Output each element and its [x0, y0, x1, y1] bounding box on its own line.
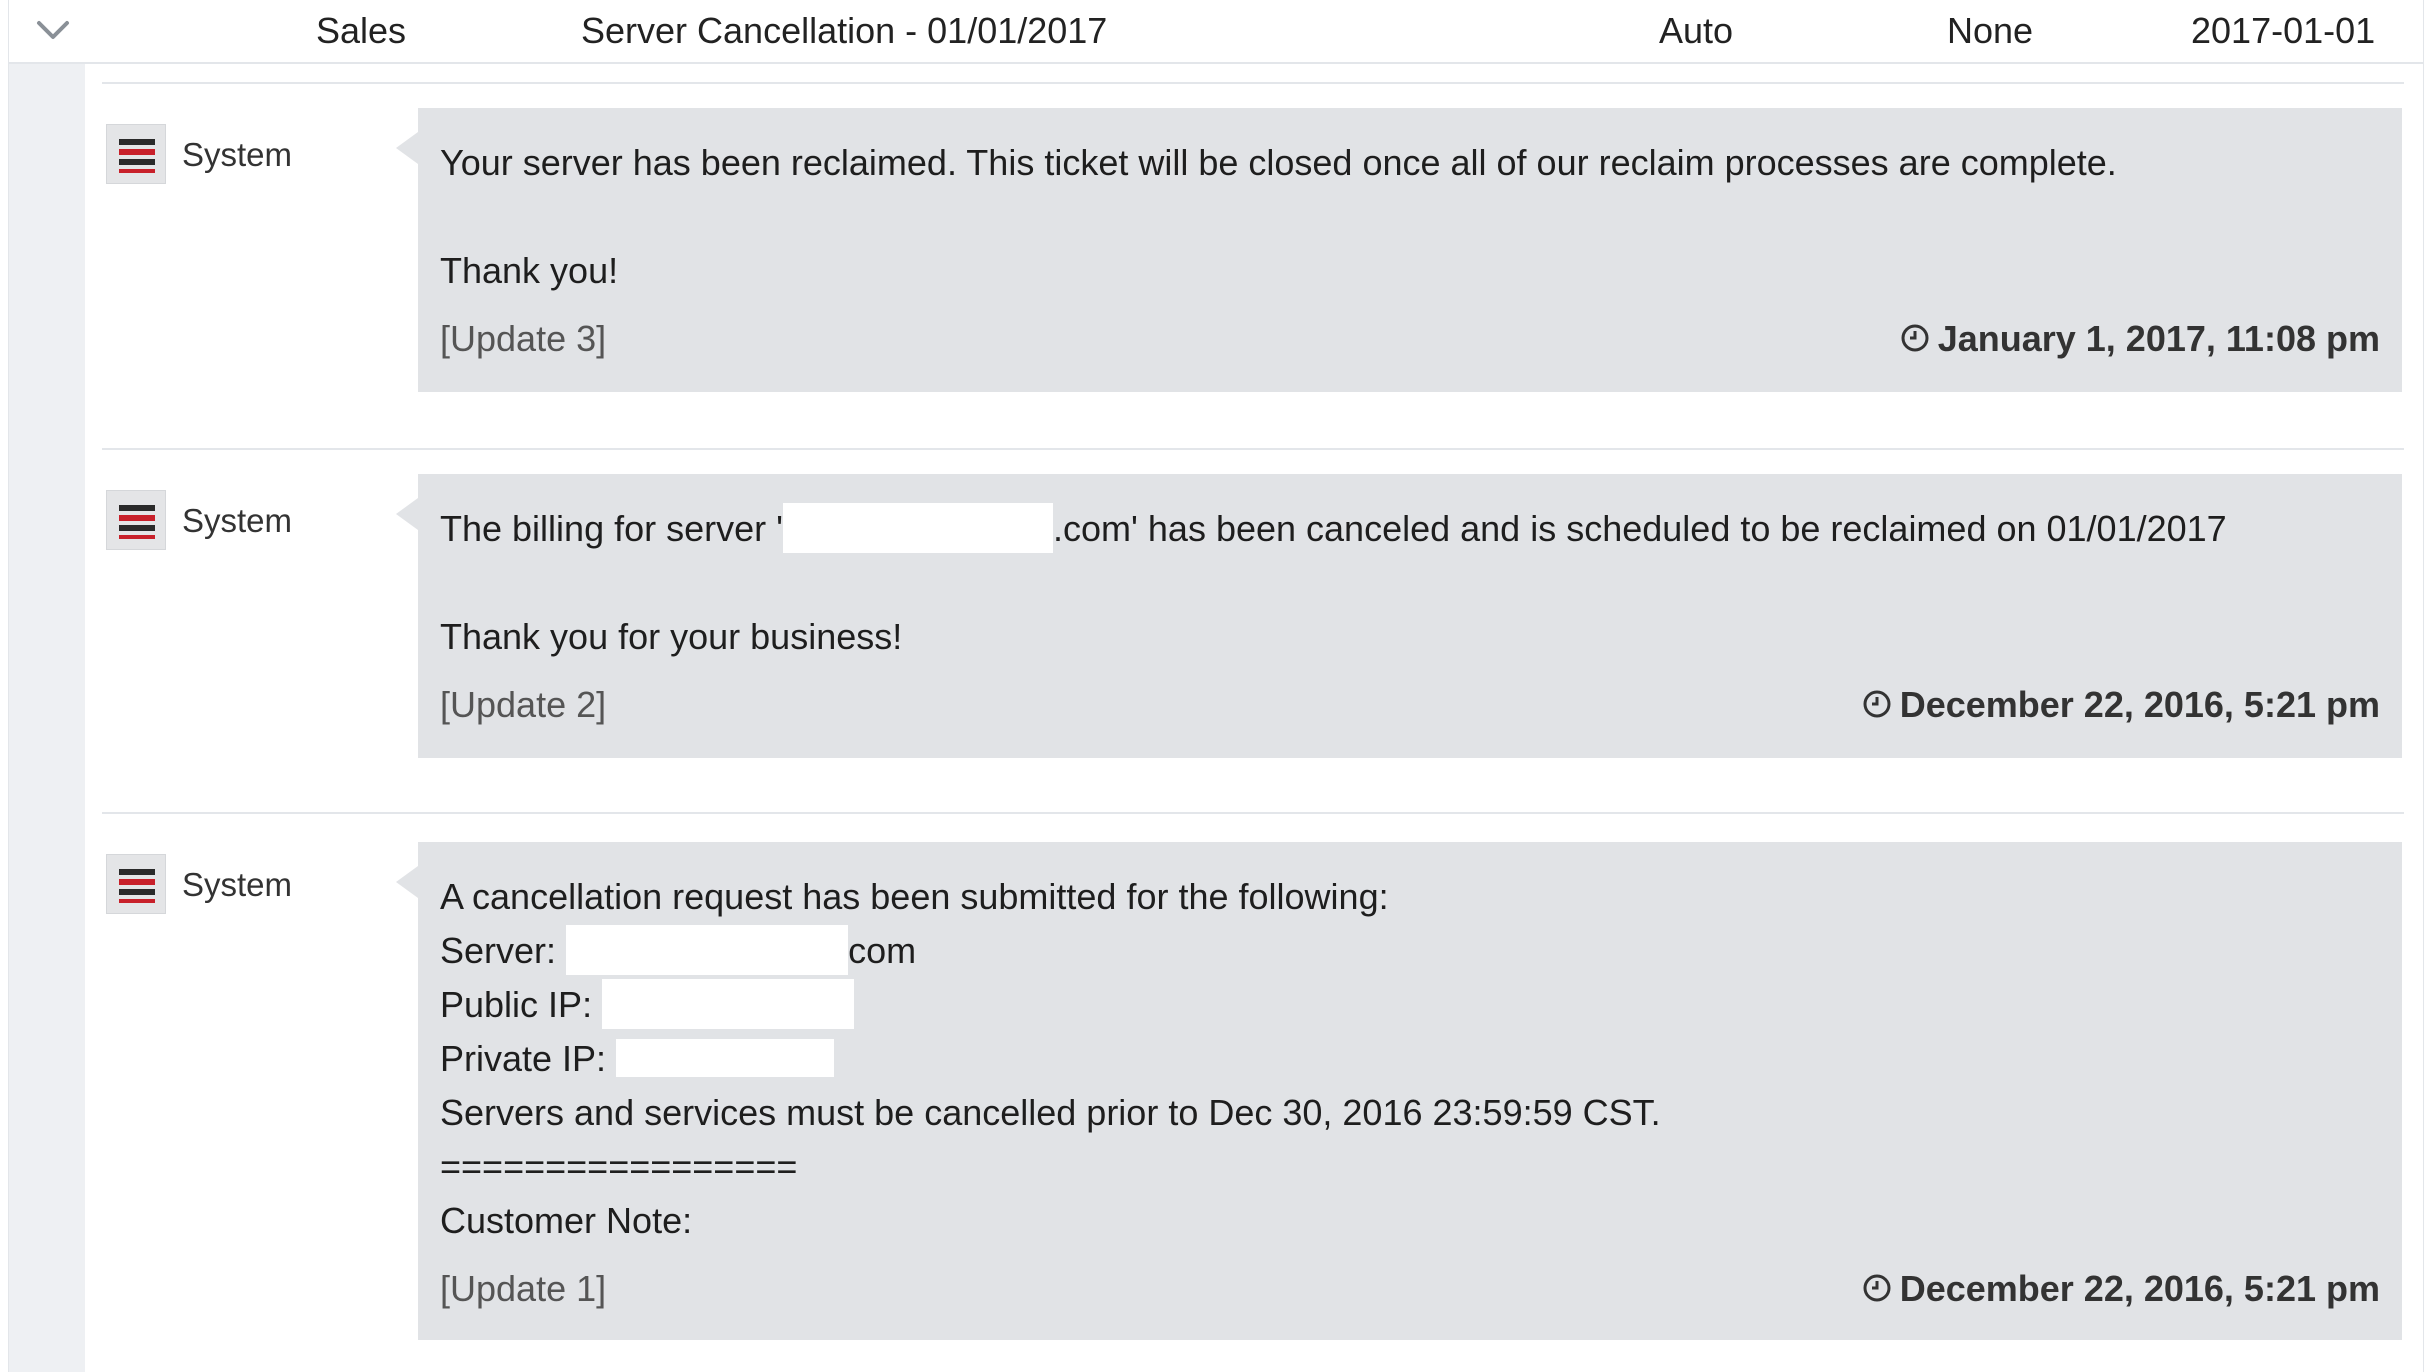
ticket-department: Sales — [316, 10, 407, 51]
message-line: The billing for server ' .com' has been c… — [440, 502, 2380, 556]
system-avatar-icon — [106, 854, 166, 914]
ticket-assignment: Auto — [1659, 10, 1734, 51]
update-label: [Update 2] — [440, 684, 607, 725]
author-name: System — [182, 136, 293, 173]
update-author: System — [106, 124, 406, 184]
update-message: The billing for server ' .com' has been c… — [396, 474, 2402, 758]
ticket-update: System Your server has been reclaimed. T… — [102, 82, 2404, 432]
ticket-update: System The billing for server ' .com' has… — [102, 448, 2404, 798]
private-ip-line: Private IP: — [440, 1032, 2380, 1086]
author-name: System — [182, 502, 293, 539]
system-avatar-icon — [106, 124, 166, 184]
author-name: System — [182, 866, 293, 903]
message-line: Your server has been reclaimed. This tic… — [440, 142, 2117, 183]
update-message: Your server has been reclaimed. This tic… — [396, 108, 2402, 392]
timestamp-text: December 22, 2016, 5:21 pm — [1899, 1268, 2380, 1309]
customer-note-line: Customer Note: — [440, 1200, 693, 1241]
update-author: System — [106, 854, 406, 914]
ticket-priority: None — [1947, 10, 2034, 51]
divider — [102, 82, 2404, 84]
divider-line: ================= — [440, 1146, 798, 1187]
message-line: A cancellation request has been submitte… — [440, 876, 1389, 917]
update-timestamp: January 1, 2017, 11:08 pm — [1900, 318, 2380, 360]
system-avatar-icon — [106, 490, 166, 550]
clock-icon — [1863, 1274, 1891, 1302]
timestamp-text: January 1, 2017, 11:08 pm — [1937, 318, 2380, 359]
clock-icon — [1901, 324, 1929, 352]
update-label: [Update 3] — [440, 318, 607, 359]
ticket-update: System A cancellation request has been s… — [102, 812, 2404, 1372]
message-line: Thank you! — [440, 250, 619, 291]
ticket-summary-row[interactable]: Sales Server Cancellation - 01/01/2017 A… — [9, 0, 2423, 64]
chevron-down-icon[interactable] — [33, 14, 73, 48]
update-author: System — [106, 490, 406, 550]
message-line: Thank you for your business! — [440, 616, 903, 657]
server-line: Server: com — [440, 924, 2380, 978]
update-message: A cancellation request has been submitte… — [396, 842, 2402, 1340]
update-timestamp: December 22, 2016, 5:21 pm — [1862, 1268, 2380, 1310]
clock-icon — [1863, 690, 1891, 718]
timestamp-text: December 22, 2016, 5:21 pm — [1899, 684, 2380, 725]
redacted-public-ip — [602, 979, 855, 1030]
update-timestamp: December 22, 2016, 5:21 pm — [1862, 684, 2380, 726]
public-ip-line: Public IP: — [440, 978, 2380, 1032]
redacted-private-ip — [616, 1039, 835, 1078]
ticket-date: 2017-01-01 — [2191, 10, 2376, 51]
deadline-line: Servers and services must be cancelled p… — [440, 1092, 1661, 1133]
divider — [102, 448, 2404, 450]
update-label: [Update 1] — [440, 1268, 607, 1309]
redacted-server-name — [783, 503, 1054, 554]
divider — [102, 812, 2404, 814]
left-gutter — [9, 64, 85, 1372]
redacted-server-name — [566, 925, 849, 976]
ticket-subject: Server Cancellation - 01/01/2017 — [581, 10, 1108, 51]
